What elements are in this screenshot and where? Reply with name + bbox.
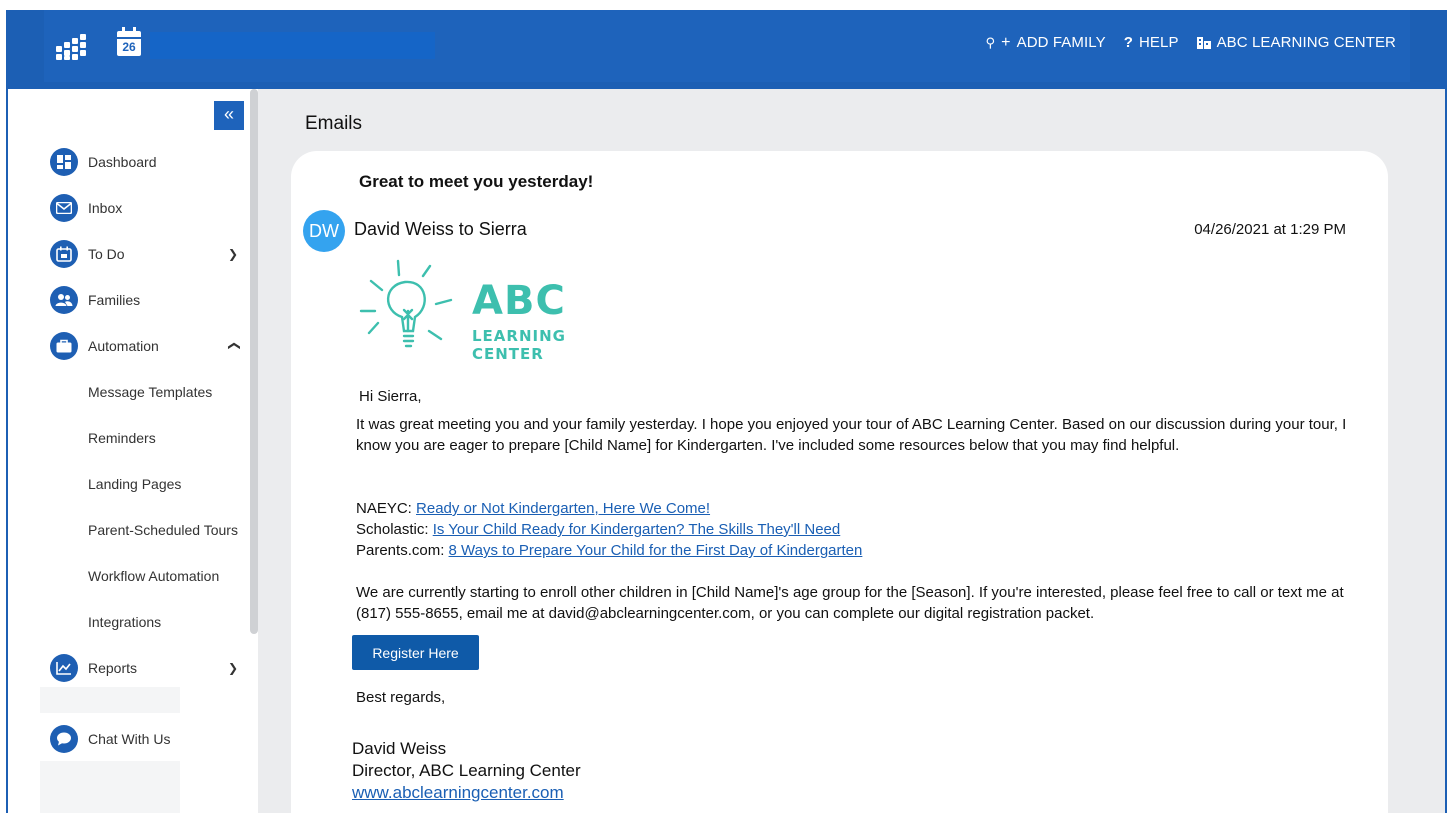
plus-icon: +: [1001, 33, 1011, 51]
chat-with-us-label: Chat With Us: [88, 731, 171, 747]
sidebar-subitem-label: Message Templates: [88, 384, 213, 400]
abc-learning-center-logo: ABC LEARNING CENTER: [355, 259, 625, 363]
sidebar-subitem-landing-pages[interactable]: Landing Pages: [8, 461, 248, 507]
add-family-button[interactable]: ⚲ + ADD FAMILY: [986, 34, 1106, 51]
chevron-down-icon[interactable]: ❯: [228, 661, 238, 675]
resource-item: NAEYC: Ready or Not Kindergarten, Here W…: [356, 498, 1356, 519]
top-bar-inner: 26 ⚲ + ADD FAMILY ? HELP ABC LEARNING CE…: [44, 10, 1410, 82]
sidebar-item-todo[interactable]: To Do ❯: [8, 231, 248, 277]
signature-title: Director, ABC Learning Center: [352, 761, 581, 780]
sidebar-subitem-label: Landing Pages: [88, 476, 182, 492]
sidebar-subitem-reminders[interactable]: Reminders: [8, 415, 248, 461]
sidebar-subitem-integrations[interactable]: Integrations: [8, 599, 248, 645]
sidebar-subitem-label: Reminders: [88, 430, 156, 446]
search-icon: ⚲: [985, 35, 996, 50]
sidebar-item-label: To Do: [88, 246, 125, 262]
chevron-up-icon[interactable]: ❯: [226, 341, 240, 351]
sidebar-nav: Dashboard Inbox To Do ❯ Families Automat…: [8, 139, 248, 691]
brand-logo-icon[interactable]: [54, 28, 88, 62]
register-here-button[interactable]: Register Here: [352, 635, 479, 670]
calendar-icon: [50, 240, 78, 268]
resource-source: Parents.com:: [356, 542, 449, 559]
chat-with-us-button[interactable]: Chat With Us: [8, 719, 248, 759]
resource-link[interactable]: 8 Ways to Prepare Your Child for the Fir…: [449, 542, 863, 559]
sidebar-fade-area: [40, 761, 180, 813]
sidebar-item-label: Automation: [88, 338, 159, 354]
sidebar-subitem-label: Parent-Scheduled Tours: [88, 522, 238, 538]
building-icon: [1196, 36, 1211, 49]
chevron-down-icon[interactable]: ❯: [228, 247, 238, 261]
page-title: Emails: [305, 113, 363, 134]
help-label: HELP: [1138, 34, 1179, 51]
resource-source: Scholastic:: [356, 521, 433, 538]
sidebar-item-inbox[interactable]: Inbox: [8, 185, 248, 231]
email-card: Great to meet you yesterday! DW David We…: [291, 151, 1388, 813]
sidebar-subitem-label: Integrations: [88, 614, 162, 630]
top-bar: 26 ⚲ + ADD FAMILY ? HELP ABC LEARNING CE…: [8, 10, 1445, 89]
org-name: ABC LEARNING CENTER: [1216, 34, 1396, 51]
lightbulb-icon: [359, 259, 453, 348]
collapse-sidebar-button[interactable]: «: [214, 101, 244, 130]
resource-link[interactable]: Ready or Not Kindergarten, Here We Come!: [416, 500, 710, 517]
sidebar: « Dashboard Inbox To Do ❯ Families Autom…: [8, 89, 258, 813]
email-signature: David Weiss Director, ABC Learning Cente…: [352, 738, 581, 804]
resource-item: Parents.com: 8 Ways to Prepare Your Chil…: [356, 540, 1356, 561]
help-button[interactable]: ? HELP: [1124, 34, 1179, 51]
chat-bubble-icon: [50, 725, 78, 753]
email-from-line: David Weiss to Sierra: [354, 219, 527, 239]
people-icon: [50, 286, 78, 314]
question-icon: ?: [1123, 34, 1133, 51]
resource-source: NAEYC:: [356, 500, 417, 517]
calendar-icon[interactable]: 26: [116, 26, 142, 58]
org-switcher-button[interactable]: ABC LEARNING CENTER: [1196, 34, 1396, 51]
dashboard-icon: [50, 148, 78, 176]
logo-subtitle: LEARNING CENTER: [472, 327, 566, 363]
email-enroll-paragraph: We are currently starting to enroll othe…: [356, 584, 1344, 622]
calendar-day: 26: [122, 40, 136, 54]
briefcase-icon: [50, 332, 78, 360]
resource-item: Scholastic: Is Your Child Ready for Kind…: [356, 519, 1356, 540]
chart-icon: [50, 654, 78, 682]
email-timestamp: 04/26/2021 at 1:29 PM: [1194, 221, 1346, 238]
email-intro-paragraph: It was great meeting you and your family…: [356, 416, 1347, 454]
sidebar-scrollbar[interactable]: [250, 89, 258, 634]
sidebar-subitem-label: Workflow Automation: [88, 568, 220, 584]
resource-link[interactable]: Is Your Child Ready for Kindergarten? Th…: [433, 521, 841, 538]
sidebar-item-label: Inbox: [88, 200, 123, 216]
sidebar-item-label: Dashboard: [88, 154, 157, 170]
resource-list: NAEYC: Ready or Not Kindergarten, Here W…: [356, 498, 1356, 561]
sidebar-subitem-message-templates[interactable]: Message Templates: [8, 369, 248, 415]
avatar[interactable]: DW: [303, 210, 345, 252]
add-family-label: ADD FAMILY: [1016, 34, 1106, 51]
sidebar-item-reports[interactable]: Reports ❯: [8, 645, 248, 691]
sidebar-item-families[interactable]: Families: [8, 277, 248, 323]
sidebar-item-label: Reports: [88, 660, 138, 676]
sidebar-item-automation[interactable]: Automation ❯: [8, 323, 248, 369]
top-nav: ⚲ + ADD FAMILY ? HELP ABC LEARNING CENTE…: [986, 34, 1396, 51]
email-greeting: Hi Sierra,: [359, 388, 422, 405]
signature-website-link[interactable]: www.abclearningcenter.com: [352, 783, 564, 802]
mail-icon: [50, 194, 78, 222]
email-subject: Great to meet you yesterday!: [359, 172, 594, 191]
app-frame: 26 ⚲ + ADD FAMILY ? HELP ABC LEARNING CE…: [6, 10, 1447, 813]
logo-title: ABC: [472, 278, 566, 324]
sidebar-subitem-workflow-automation[interactable]: Workflow Automation: [8, 553, 248, 599]
sidebar-item-dashboard[interactable]: Dashboard: [8, 139, 248, 185]
email-closing: Best regards,: [356, 689, 446, 706]
global-search-input[interactable]: [150, 32, 435, 59]
sidebar-item-label: Families: [88, 292, 141, 308]
sidebar-fade-area: [40, 687, 180, 713]
signature-name: David Weiss: [352, 739, 447, 758]
sidebar-subitem-parent-scheduled-tours[interactable]: Parent-Scheduled Tours: [8, 507, 248, 553]
